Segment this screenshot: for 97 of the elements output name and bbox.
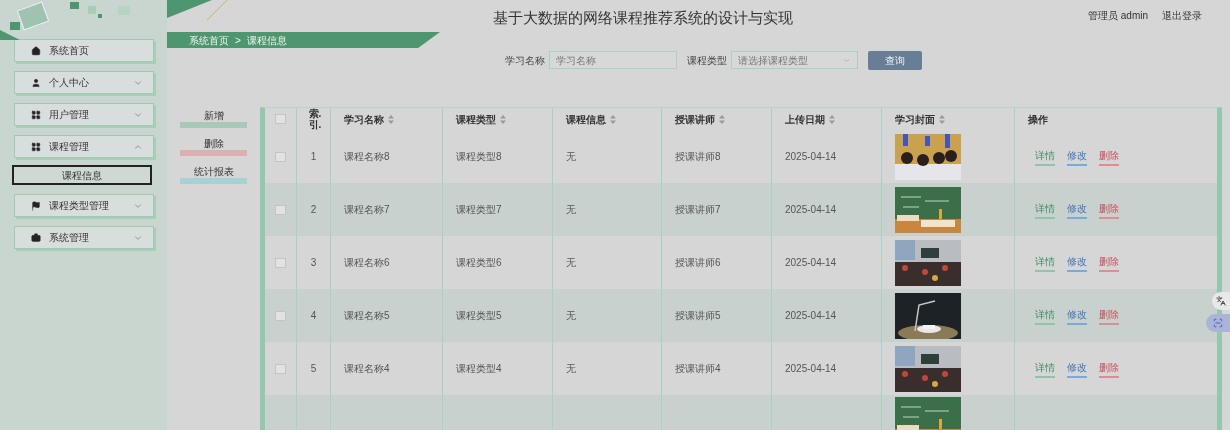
table-cell-text: 无 [566,203,576,217]
breadcrumb-separator: > [235,33,241,48]
table-cell-text: 无 [566,309,576,323]
table-cell-text: 2025-04-14 [785,203,837,217]
breadcrumb-link[interactable]: 课程信息 [246,32,287,48]
row-action-link[interactable]: 详情 [1035,253,1055,272]
column-header: 上传日期 [785,112,825,127]
table-cell-text: 课程名称4 [344,362,390,376]
row-action-link[interactable]: 修改 [1067,253,1087,272]
table-cell-text: 2025-04-14 [785,256,837,270]
sort-icon[interactable] [610,114,616,124]
sort-icon[interactable] [388,114,394,124]
select-field[interactable]: 请选择课程类型 [731,51,858,69]
checkbox[interactable] [275,257,286,268]
sort-icon[interactable] [719,114,725,124]
page-title: 基于大数据的网络课程推荐系统的设计与实现 [493,8,793,28]
menu-item[interactable]: 系统首页 [14,39,154,62]
row-action-link[interactable]: 修改 [1067,359,1087,378]
menu-item[interactable]: 系统管理 [14,226,154,249]
row-action-link[interactable]: 删除 [1099,253,1119,272]
briefcase-icon [31,232,41,243]
column-header: 课程类型 [456,112,496,127]
translate-icon [1216,296,1226,306]
column-header: 操作 [1028,112,1048,127]
translate-button[interactable] [1212,292,1230,310]
menu-item[interactable]: 个人中心 [14,71,154,94]
table-cell-text: 2 [310,203,317,217]
scan-button[interactable] [1206,314,1230,332]
grid-icon [31,109,41,120]
table-cell-text: 授课讲师4 [675,362,721,376]
action-button[interactable]: 删除 [180,139,247,157]
table-cell-text: 1 [310,150,317,164]
checkbox[interactable] [275,151,286,162]
sort-icon[interactable] [829,114,835,124]
row-action-link[interactable]: 删除 [1099,359,1119,378]
table-cell-text: 课程类型5 [456,309,502,323]
logout-link[interactable]: 退出登录 [1162,8,1202,23]
checkbox[interactable] [275,310,286,321]
search-button[interactable]: 查询 [868,50,922,70]
table-cell-text: 课程类型7 [456,203,502,217]
column-header: 学习名称 [344,112,384,127]
row-action-link[interactable]: 详情 [1035,306,1055,325]
action-button[interactable]: 新增 [180,111,247,129]
checkbox[interactable] [275,363,286,374]
column-header: 索.引. [308,108,319,130]
corner-stripe-drawing [167,0,227,20]
table-cell-text: 课程类型4 [456,362,502,376]
checkbox[interactable] [275,204,286,215]
table-cell-text: 授课讲师8 [675,150,721,164]
sort-icon[interactable] [500,114,506,124]
home-icon [31,45,41,56]
column-header: 学习封面 [895,112,935,127]
menu-item[interactable]: 用户管理 [14,103,154,126]
input-field[interactable]: 学习名称 [549,51,677,69]
table-cell-text: 课程名称5 [344,309,390,323]
table-cell-text: 课程名称7 [344,203,390,217]
user-label: 管理员 admin [1088,9,1148,23]
table-cell-text: 无 [566,362,576,376]
submenu-item[interactable]: 课程信息 [12,165,152,185]
row-action-link[interactable]: 修改 [1067,306,1087,325]
table-cell-text: 2025-04-14 [785,309,837,323]
table-cell-text: 课程名称8 [344,150,390,164]
table-cell-text: 2025-04-14 [785,362,837,376]
sort-icon[interactable] [939,114,945,124]
row-action-link[interactable]: 删除 [1099,306,1119,325]
row-action-link[interactable]: 详情 [1035,359,1055,378]
row-action-link[interactable]: 删除 [1099,147,1119,166]
menu-item[interactable]: 课程管理 [14,135,154,158]
grid-icon [31,141,41,152]
table-cell-text: 无 [566,256,576,270]
action-button[interactable]: 统计报表 [180,167,247,185]
table-cell-text: 授课讲师6 [675,256,721,270]
table-cell-text: 课程名称6 [344,256,390,270]
column-header: 授课讲师 [675,112,715,127]
breadcrumb-link[interactable]: 系统首页 [189,32,229,48]
row-action-link[interactable]: 修改 [1067,200,1087,219]
table-cell-text: 授课讲师5 [675,309,721,323]
table-cell-text: 5 [310,362,317,376]
user-icon [31,77,41,88]
table-cell-text: 课程类型6 [456,256,502,270]
flag-icon [31,200,41,211]
table-cell-text: 4 [310,309,317,323]
table-cell-text: 无 [566,150,576,164]
table-cell-text: 2025-04-14 [785,150,837,164]
column-header: 课程信息 [566,112,606,127]
checkbox[interactable] [275,114,286,124]
menu-item[interactable]: 课程类型管理 [14,194,154,217]
row-action-link[interactable]: 修改 [1067,147,1087,166]
field-label: 学习名称 [505,53,545,68]
table-cell-text: 课程类型8 [456,150,502,164]
scan-icon [1213,318,1223,328]
row-action-link[interactable]: 详情 [1035,200,1055,219]
table-cell-text: 3 [310,256,317,270]
row-action-link[interactable]: 删除 [1099,200,1119,219]
table-cell-text: 授课讲师7 [675,203,721,217]
field-label: 课程类型 [687,53,727,68]
row-action-link[interactable]: 详情 [1035,147,1055,166]
